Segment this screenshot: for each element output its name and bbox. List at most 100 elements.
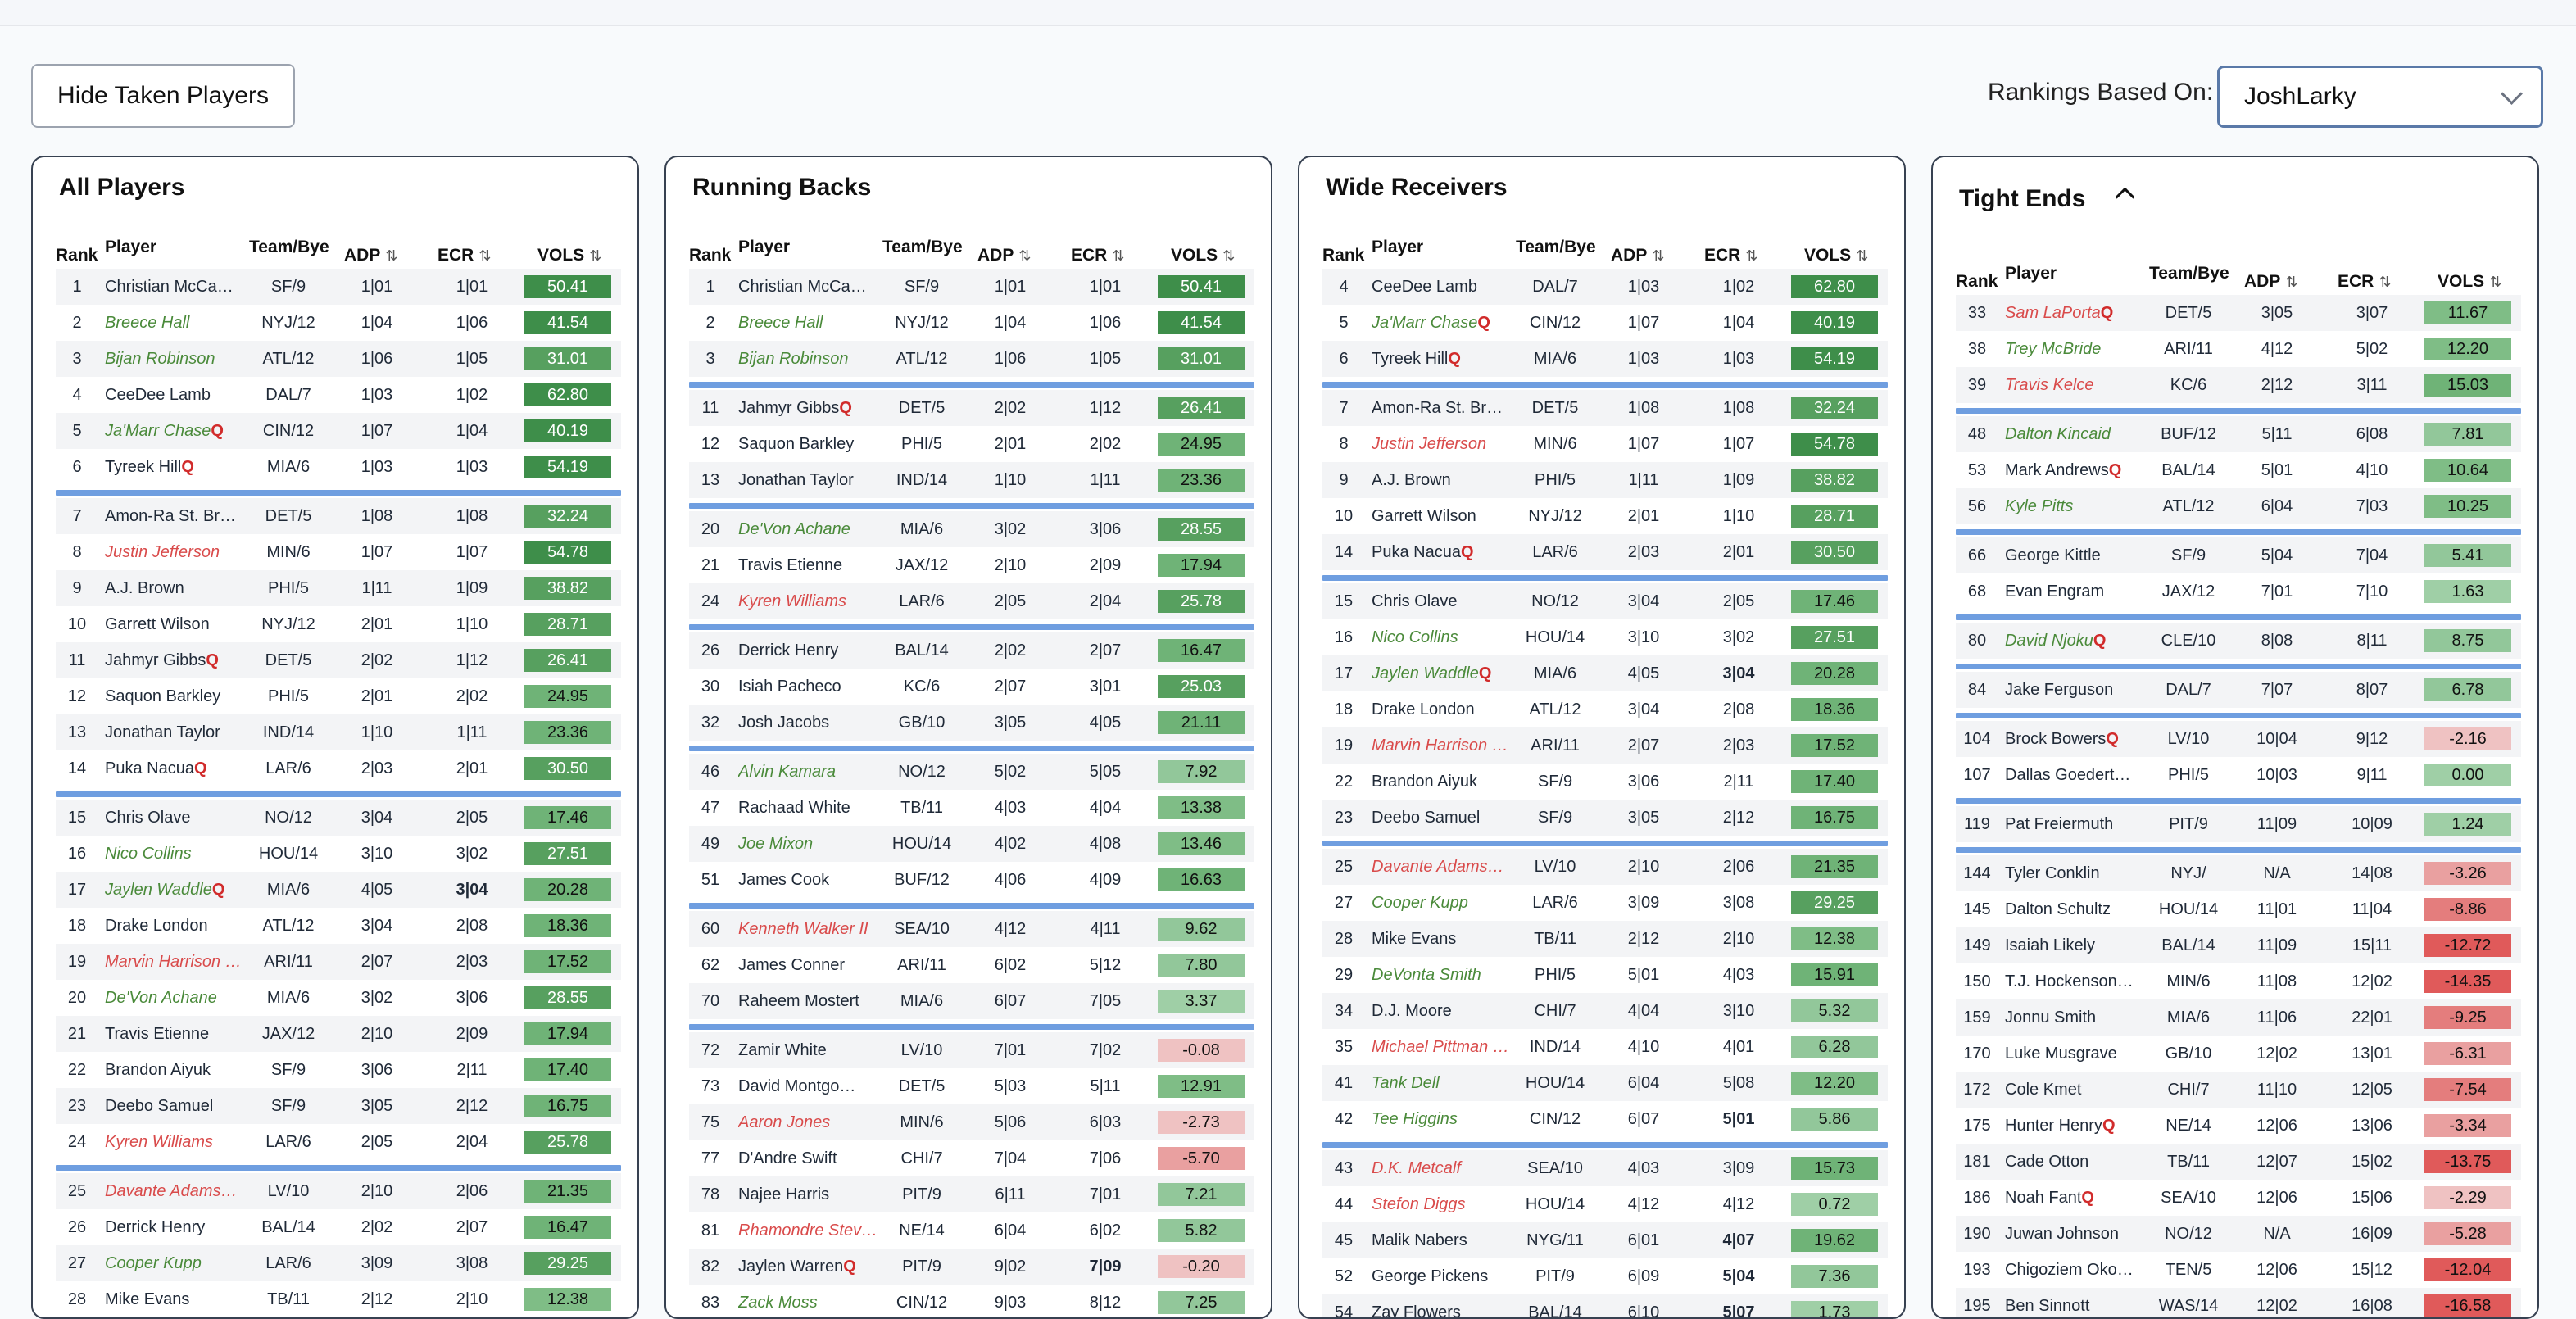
player-name[interactable]: D.J. Moore bbox=[1372, 1002, 1516, 1021]
player-row[interactable]: 73 David Montgo… DET/5 5|03 5|11 12.91 bbox=[689, 1068, 1254, 1104]
player-name[interactable]: Rachaad White bbox=[738, 799, 882, 818]
player-row[interactable]: 6 Tyreek HillQ MIA/6 1|03 1|03 54.19 bbox=[56, 449, 621, 485]
player-name[interactable]: Isiah Pacheco bbox=[738, 678, 882, 696]
rankings-source-select[interactable]: JoshLarky bbox=[2217, 66, 2543, 128]
player-name[interactable]: Breece Hall bbox=[738, 314, 882, 333]
player-row[interactable]: 16 Nico Collins HOU/14 3|10 3|02 27.51 bbox=[56, 836, 621, 872]
player-name[interactable]: Luke Musgrave bbox=[2005, 1045, 2149, 1063]
player-name[interactable]: Chris Olave bbox=[105, 809, 249, 827]
player-row[interactable]: 17 Jaylen WaddleQ MIA/6 4|05 3|04 20.28 bbox=[1322, 655, 1888, 691]
player-row[interactable]: 170 Luke Musgrave GB/10 12|02 13|01 -6.31 bbox=[1956, 1036, 2521, 1072]
player-name[interactable]: DeVonta Smith bbox=[1372, 966, 1516, 985]
player-name[interactable]: Dalton Kincaid bbox=[2005, 425, 2149, 444]
player-name[interactable]: Tyreek HillQ bbox=[105, 458, 249, 477]
sort-icon[interactable]: ⇅ bbox=[2285, 274, 2297, 290]
player-row[interactable]: 2 Breece Hall NYJ/12 1|04 1|06 41.54 bbox=[56, 305, 621, 341]
player-row[interactable]: 80 David NjokuQ CLE/10 8|08 8|11 8.75 bbox=[1956, 623, 2521, 659]
player-name[interactable]: Marvin Harrison J… bbox=[1372, 737, 1516, 755]
player-row[interactable]: 60 Kenneth Walker II SEA/10 4|12 4|11 9.62 bbox=[689, 911, 1254, 947]
player-name[interactable]: Aaron Jones bbox=[738, 1113, 882, 1132]
player-row[interactable]: 30 Isiah Pacheco KC/6 2|07 3|01 25.03 bbox=[689, 669, 1254, 705]
player-row[interactable]: 52 George Pickens PIT/9 6|09 5|04 7.36 bbox=[1322, 1258, 1888, 1294]
player-name[interactable]: Garrett Wilson bbox=[1372, 507, 1516, 526]
player-name[interactable]: A.J. Brown bbox=[1372, 471, 1516, 490]
player-name[interactable]: Najee Harris bbox=[738, 1185, 882, 1204]
player-name[interactable]: Garrett Wilson bbox=[105, 615, 249, 634]
player-row[interactable]: 2 Breece Hall NYJ/12 1|04 1|06 41.54 bbox=[689, 305, 1254, 341]
player-row[interactable]: 12 Saquon Barkley PHI/5 2|01 2|02 24.95 bbox=[56, 678, 621, 714]
player-row[interactable]: 8 Justin Jefferson MIN/6 1|07 1|07 54.78 bbox=[1322, 426, 1888, 462]
player-row[interactable]: 144 Tyler Conklin NYJ/N/A 14|08 -3.26 bbox=[1956, 855, 2521, 891]
player-name[interactable]: Saquon Barkley bbox=[738, 435, 882, 454]
player-row[interactable]: 15 Chris Olave NO/12 3|04 2|05 17.46 bbox=[56, 800, 621, 836]
player-row[interactable]: 172 Cole Kmet CHI/7 11|10 12|05 -7.54 bbox=[1956, 1072, 2521, 1108]
player-name[interactable]: Jonnu Smith bbox=[2005, 1009, 2149, 1027]
player-name[interactable]: Breece Hall bbox=[105, 314, 249, 333]
player-name[interactable]: Chigoziem Oko… bbox=[2005, 1261, 2149, 1280]
player-row[interactable]: 13 Jonathan Taylor IND/14 1|10 1|11 23.36 bbox=[689, 462, 1254, 498]
player-row[interactable]: 4 CeeDee Lamb DAL/7 1|03 1|02 62.80 bbox=[1322, 269, 1888, 305]
player-name[interactable]: T.J. Hockenson… bbox=[2005, 972, 2149, 991]
player-name[interactable]: Amon-Ra St. Br… bbox=[105, 507, 249, 526]
player-row[interactable]: 14 Puka NacuaQ LAR/6 2|03 2|01 30.50 bbox=[1322, 534, 1888, 570]
player-row[interactable]: 27 Cooper Kupp LAR/6 3|09 3|08 29.25 bbox=[56, 1245, 621, 1281]
player-row[interactable]: 149 Isaiah Likely BAL/14 11|09 15|11 -12.72 bbox=[1956, 927, 2521, 963]
player-row[interactable]: 84 Jake Ferguson DAL/7 7|07 8|07 6.78 bbox=[1956, 672, 2521, 708]
player-row[interactable]: 1 Christian McCa… SF/9 1|01 1|01 50.41 bbox=[689, 269, 1254, 305]
chevron-up-icon[interactable] bbox=[2115, 187, 2135, 207]
player-name[interactable]: Sam LaPortaQ bbox=[2005, 304, 2149, 323]
player-name[interactable]: Ben Sinnott bbox=[2005, 1297, 2149, 1316]
player-row[interactable]: 25 Davante Adams… LV/10 2|10 2|06 21.35 bbox=[1322, 849, 1888, 885]
player-name[interactable]: Jaylen WaddleQ bbox=[1372, 664, 1516, 683]
player-row[interactable]: 48 Dalton Kincaid BUF/12 5|11 6|08 7.81 bbox=[1956, 416, 2521, 452]
player-row[interactable]: 20 De'Von Achane MIA/6 3|02 3|06 28.55 bbox=[56, 980, 621, 1016]
player-name[interactable]: CeeDee Lamb bbox=[1372, 278, 1516, 297]
player-name[interactable]: Noah FantQ bbox=[2005, 1189, 2149, 1208]
player-name[interactable]: D'Andre Swift bbox=[738, 1149, 882, 1168]
player-row[interactable]: 82 Jaylen WarrenQ PIT/9 9|02 7|09 -0.20 bbox=[689, 1249, 1254, 1285]
player-name[interactable]: Puka NacuaQ bbox=[1372, 543, 1516, 562]
player-name[interactable]: A.J. Brown bbox=[105, 579, 249, 598]
column-header-adp[interactable]: ADP ⇅ bbox=[2244, 272, 2297, 292]
column-header-vols[interactable]: VOLS ⇅ bbox=[537, 246, 601, 265]
player-row[interactable]: 53 Mark AndrewsQ BAL/14 5|01 4|10 10.64 bbox=[1956, 452, 2521, 488]
column-header-vols[interactable]: VOLS ⇅ bbox=[2438, 272, 2501, 292]
player-name[interactable]: Zack Moss bbox=[738, 1294, 882, 1312]
player-row[interactable]: 186 Noah FantQ SEA/10 12|06 15|06 -2.29 bbox=[1956, 1180, 2521, 1216]
player-row[interactable]: 175 Hunter HenryQ NE/14 12|06 13|06 -3.34 bbox=[1956, 1108, 2521, 1144]
player-row[interactable]: 159 Jonnu Smith MIA/6 11|06 22|01 -9.25 bbox=[1956, 999, 2521, 1036]
player-name[interactable]: Tyreek HillQ bbox=[1372, 350, 1516, 369]
player-row[interactable]: 195 Ben Sinnott WAS/14 12|02 16|08 -16.58 bbox=[1956, 1288, 2521, 1317]
player-name[interactable]: George Pickens bbox=[1372, 1267, 1516, 1286]
player-name[interactable]: Derrick Henry bbox=[105, 1218, 249, 1237]
player-name[interactable]: Kyren Williams bbox=[738, 592, 882, 611]
player-row[interactable]: 19 Marvin Harrison J… ARI/11 2|07 2|03 17.52 bbox=[1322, 727, 1888, 764]
player-name[interactable]: Cole Kmet bbox=[2005, 1081, 2149, 1099]
player-name[interactable]: James Cook bbox=[738, 871, 882, 890]
player-row[interactable]: 7 Amon-Ra St. Br… DET/5 1|08 1|08 32.24 bbox=[1322, 390, 1888, 426]
player-row[interactable]: 22 Brandon Aiyuk SF/9 3|06 2|11 17.40 bbox=[56, 1052, 621, 1088]
player-row[interactable]: 22 Brandon Aiyuk SF/9 3|06 2|11 17.40 bbox=[1322, 764, 1888, 800]
player-name[interactable]: George Kittle bbox=[2005, 546, 2149, 565]
player-name[interactable]: Juwan Johnson bbox=[2005, 1225, 2149, 1244]
column-header-ecr[interactable]: ECR ⇅ bbox=[1071, 246, 1124, 265]
player-row[interactable]: 10 Garrett Wilson NYJ/12 2|01 1|10 28.71 bbox=[56, 606, 621, 642]
player-name[interactable]: Jake Ferguson bbox=[2005, 681, 2149, 700]
sort-icon[interactable]: ⇅ bbox=[1112, 247, 1124, 264]
player-name[interactable]: Kyren Williams bbox=[105, 1133, 249, 1152]
player-row[interactable]: 54 Zay Flowers BAL/14 6|10 5|07 1.73 bbox=[1322, 1294, 1888, 1317]
player-name[interactable]: Mike Evans bbox=[1372, 930, 1516, 949]
player-name[interactable]: Davante Adams… bbox=[105, 1182, 249, 1201]
player-row[interactable]: 15 Chris Olave NO/12 3|04 2|05 17.46 bbox=[1322, 583, 1888, 619]
player-row[interactable]: 78 Najee Harris PIT/9 6|11 7|01 7.21 bbox=[689, 1176, 1254, 1212]
player-row[interactable]: 107 Dallas Goedert… PHI/5 10|03 9|11 0.00 bbox=[1956, 757, 2521, 793]
sort-icon[interactable]: ⇅ bbox=[1222, 247, 1235, 264]
player-name[interactable]: Joe Mixon bbox=[738, 835, 882, 854]
player-row[interactable]: 39 Travis Kelce KC/6 2|12 3|11 15.03 bbox=[1956, 367, 2521, 403]
player-name[interactable]: De'Von Achane bbox=[738, 520, 882, 539]
player-name[interactable]: Nico Collins bbox=[1372, 628, 1516, 647]
column-header-ecr[interactable]: ECR ⇅ bbox=[1704, 246, 1757, 265]
player-row[interactable]: 8 Justin Jefferson MIN/6 1|07 1|07 54.78 bbox=[56, 534, 621, 570]
player-row[interactable]: 33 Sam LaPortaQ DET/5 3|05 3|07 11.67 bbox=[1956, 295, 2521, 331]
player-name[interactable]: Brock BowersQ bbox=[2005, 730, 2149, 749]
